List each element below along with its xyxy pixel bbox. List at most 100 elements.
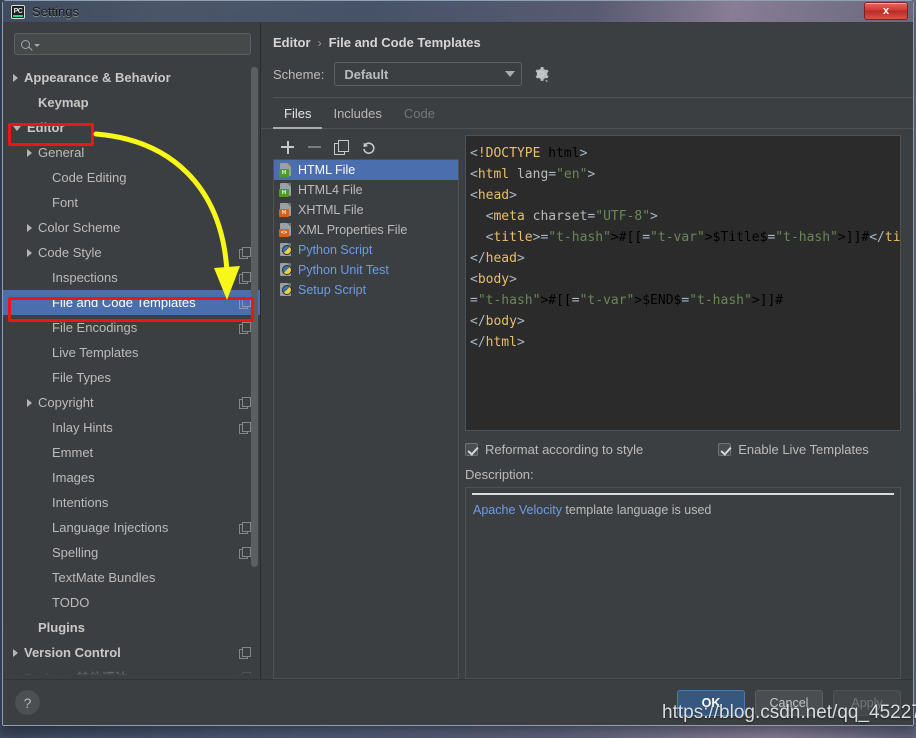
template-list-item[interactable]: Python Script xyxy=(274,240,458,260)
sidebar-item-language-injections[interactable]: Language Injections xyxy=(3,515,260,540)
template-list-item[interactable]: H HTML4 File xyxy=(274,180,458,200)
code-line: <head> xyxy=(470,188,517,203)
sidebar-item-keymap[interactable]: Keymap xyxy=(3,90,260,115)
apache-velocity-link[interactable]: Apache Velocity xyxy=(473,503,562,517)
code-line: </body> xyxy=(470,314,525,329)
sidebar-item-inlay-hints[interactable]: Inlay Hints xyxy=(3,415,260,440)
chevron-down-icon[interactable] xyxy=(13,126,21,131)
search-input[interactable] xyxy=(42,37,244,51)
tab-files[interactable]: Files xyxy=(273,106,323,129)
reset-template-button[interactable] xyxy=(361,140,376,155)
chevron-right-icon[interactable] xyxy=(27,148,32,157)
sidebar-item-project[interactable]: Project: 其他语法 xyxy=(3,665,260,679)
search-dropdown-caret-icon xyxy=(34,44,40,47)
sidebar-item-live-templates[interactable]: Live Templates xyxy=(3,340,260,365)
live-templates-checkbox-box[interactable] xyxy=(718,443,732,456)
chevron-right-icon[interactable] xyxy=(13,73,18,82)
sidebar-item-general[interactable]: General xyxy=(3,140,260,165)
sidebar-item-editor[interactable]: Editor xyxy=(3,115,260,140)
tab-code: Code xyxy=(403,106,435,121)
copy-settings-icon xyxy=(239,422,251,434)
sidebar-item-label: Language Injections xyxy=(52,520,169,535)
tab-includes[interactable]: Includes xyxy=(322,106,392,128)
template-options-row: Reformat according to style Enable Live … xyxy=(465,431,901,461)
sidebar-item-file-and-code-templates[interactable]: File and Code Templates xyxy=(3,290,260,315)
sidebar-item-label: TextMate Bundles xyxy=(52,570,156,585)
scheme-row: Scheme: Default xyxy=(261,50,913,86)
sidebar-item-label: Copyright xyxy=(38,395,94,410)
python-file-icon xyxy=(279,243,292,257)
template-list-item-label: Setup Script xyxy=(298,283,367,297)
breadcrumb-parent[interactable]: Editor xyxy=(273,35,311,50)
search-box[interactable] xyxy=(14,33,251,55)
template-list-item[interactable]: Setup Script xyxy=(274,280,458,300)
template-list-item[interactable]: Python Unit Test xyxy=(274,260,458,280)
window-titlebar: PC Settings x xyxy=(3,1,913,23)
template-list-item[interactable]: <> XML Properties File xyxy=(274,220,458,240)
sidebar-item-plugins[interactable]: Plugins xyxy=(3,615,260,640)
scheme-dropdown[interactable]: Default xyxy=(334,62,523,86)
chevron-right-icon[interactable] xyxy=(27,223,32,232)
close-button[interactable]: x xyxy=(864,2,908,20)
copy-settings-icon xyxy=(239,247,251,259)
remove-template-button xyxy=(307,140,322,155)
sidebar-item-images[interactable]: Images xyxy=(3,465,260,490)
sidebar-item-font[interactable]: Font xyxy=(3,190,260,215)
sidebar-item-label: TODO xyxy=(52,595,90,610)
breadcrumb-separator-icon: › xyxy=(317,35,322,50)
sidebar-item-todo[interactable]: TODO xyxy=(3,590,260,615)
sidebar-item-label: Version Control xyxy=(24,645,121,660)
sidebar-item-color-scheme[interactable]: Color Scheme xyxy=(3,215,260,240)
sidebar-item-label: Color Scheme xyxy=(38,220,121,235)
help-button[interactable]: ? xyxy=(15,690,40,715)
template-list-item[interactable]: H HTML File xyxy=(274,160,458,180)
sidebar-item-appearance-behavior[interactable]: Appearance & Behavior xyxy=(3,65,260,90)
sidebar-item-spelling[interactable]: Spelling xyxy=(3,540,260,565)
python-file-icon xyxy=(279,283,292,297)
copy-settings-icon xyxy=(239,322,251,334)
scheme-label: Scheme: xyxy=(273,66,325,82)
sidebar-item-label: Plugins xyxy=(38,620,85,635)
code-line: </html> xyxy=(470,335,525,350)
sidebar-item-file-encodings[interactable]: File Encodings xyxy=(3,315,260,340)
sidebar-item-file-types[interactable]: File Types xyxy=(3,365,260,390)
breadcrumb: Editor › File and Code Templates xyxy=(261,23,913,50)
sidebar-item-label: Project: 其他语法 xyxy=(24,671,129,679)
chevron-right-icon[interactable] xyxy=(13,648,18,657)
reformat-checkbox[interactable]: Reformat according to style xyxy=(465,442,643,457)
sidebar-item-code-editing[interactable]: Code Editing xyxy=(3,165,260,190)
sidebar-item-label: File and Code Templates xyxy=(52,295,196,310)
add-template-button[interactable] xyxy=(280,140,295,155)
template-list[interactable]: H HTML File H HTML4 File H XHTML File <> XML Pr… xyxy=(273,159,459,679)
gear-icon[interactable] xyxy=(532,65,550,83)
watermark-url: https://blog.csdn.net/qq_45227014 xyxy=(662,702,916,723)
copy-settings-icon xyxy=(239,397,251,409)
sidebar-item-inspections[interactable]: Inspections xyxy=(3,265,260,290)
sidebar-item-code-style[interactable]: Code Style xyxy=(3,240,260,265)
sidebar-item-emmet[interactable]: Emmet xyxy=(3,440,260,465)
settings-tree[interactable]: Appearance & Behavior Keymap Editor General… xyxy=(3,61,260,679)
sidebar-item-textmate-bundles[interactable]: TextMate Bundles xyxy=(3,565,260,590)
template-list-item-label: HTML4 File xyxy=(298,183,363,197)
template-list-toolbar xyxy=(273,135,459,159)
reformat-checkbox-box[interactable] xyxy=(465,443,478,456)
template-list-item[interactable]: H XHTML File xyxy=(274,200,458,220)
sidebar-item-intentions[interactable]: Intentions xyxy=(3,490,260,515)
live-templates-checkbox[interactable]: Enable Live Templates xyxy=(718,442,869,457)
sidebar-item-label: Images xyxy=(52,470,95,485)
copy-template-button[interactable] xyxy=(334,139,349,155)
chevron-right-icon[interactable] xyxy=(27,398,32,407)
sidebar-item-label: Editor xyxy=(27,120,65,135)
code-line: <body> xyxy=(470,272,517,287)
search-icon xyxy=(21,39,30,49)
sidebar-item-label: Inspections xyxy=(52,270,118,285)
code-line: ="t-hash">#[[="t-var">$END$="t-hash">]]# xyxy=(470,293,784,308)
settings-sidebar: Appearance & Behavior Keymap Editor General… xyxy=(3,23,261,679)
chevron-right-icon[interactable] xyxy=(27,248,32,257)
code-line: <html lang="en"> xyxy=(470,167,596,182)
sidebar-item-version-control[interactable]: Version Control xyxy=(3,640,260,665)
sidebar-scrollbar[interactable] xyxy=(251,67,258,567)
template-code-editor[interactable]: <!DOCTYPE html> <html lang="en"> <head> <m… xyxy=(465,135,901,431)
sidebar-item-copyright[interactable]: Copyright xyxy=(3,390,260,415)
sidebar-item-label: File Types xyxy=(52,370,112,385)
